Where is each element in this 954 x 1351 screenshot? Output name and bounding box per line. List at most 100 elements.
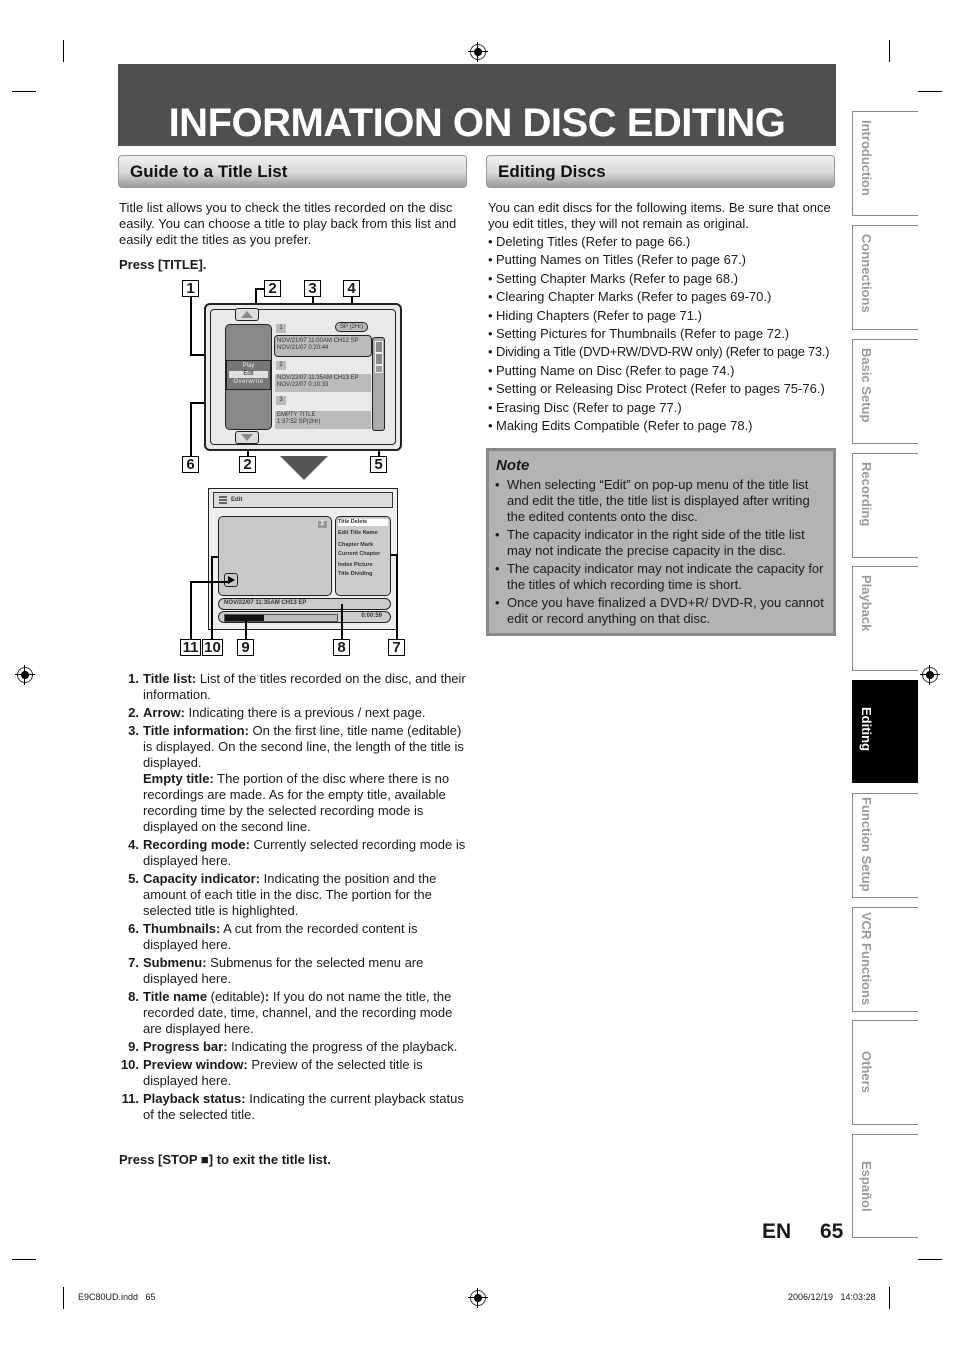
submenu-item-title-dividing[interactable]: Title Dividing [338,571,388,578]
section-heading-editing-discs: Editing Discs [486,155,835,188]
callout-label: 1 [182,280,199,297]
note-item: Once you have finalized a DVD+R/ DVD-R, … [491,595,829,627]
callout-label: 11 [180,639,201,656]
editing-item: Deleting Titles (Refer to page 66.) [488,234,838,250]
callout-label: 9 [237,639,254,656]
callout-label: 8 [333,639,350,656]
crop-mark [918,1259,942,1260]
submenu-item-current-chapter[interactable]: Current Chapter [338,551,388,558]
page-down-arrow[interactable] [235,431,259,444]
legend-item: 11. Playback status: Indicating the curre… [121,1091,464,1122]
crop-mark [12,1259,36,1260]
play-icon [228,576,235,584]
legend-item: 6. Thumbnails: A cut from the recorded co… [128,921,418,952]
note-item: When selecting “Edit” on pop-up menu of … [491,477,829,525]
legend-item: 5. Capacity indicator: Indicating the pos… [128,871,437,918]
progress-bar [224,614,338,622]
title-list-diagram: 1 2 3 4 6 2 5 Play Edit Overwrite SP (2H… [180,278,410,480]
submenu-item-title-delete[interactable]: Title Delete [338,519,388,526]
legend-list: 1. Title list: List of the titles recorde… [119,671,469,1125]
capacity-indicator [372,337,385,431]
legend-item: 2. Arrow: Indicating there is a previous … [128,705,426,720]
stop-instruction: Press [STOP ■] to exit the title list. [119,1152,331,1167]
print-footer-timestamp: 2006/12/19 14:03:28 [788,1292,876,1302]
side-tab-introduction[interactable]: Introduction [852,111,918,216]
note-box: Note When selecting “Edit” on pop-up men… [486,448,836,636]
press-title-instruction: Press [TITLE]. [119,257,207,272]
popup-menu: Play Edit Overwrite [226,360,271,390]
arrow-down-icon [280,456,328,480]
side-tab-recording[interactable]: Recording [852,453,918,558]
crop-mark [12,91,36,92]
title-index: 2 [276,361,286,370]
crop-mark [63,40,64,62]
edit-header-label: Edit [231,497,243,503]
callout-label: 7 [388,639,405,656]
side-tab-connections[interactable]: Connections [852,225,918,330]
legend-item: 1. Title list: List of the titles recorde… [128,671,466,702]
preview-index: 2 [317,521,327,528]
preview-window: 2 [218,516,332,596]
page-number: 65 [820,1220,844,1243]
submenu-item-index-picture[interactable]: Index Picture [338,562,388,569]
popup-item-overwrite[interactable]: Overwrite [227,379,270,386]
page-up-arrow[interactable] [235,308,259,321]
submenu-panel: Title Delete Edit Title Name Chapter Mar… [335,516,391,596]
side-tab-espanol[interactable]: Español [852,1134,918,1238]
editing-item: Putting Names on Titles (Refer to page 6… [488,252,838,268]
legend-item: 8. Title name (editable): If you do not n… [128,989,453,1036]
recording-mode-badge: SP (2Hr) [335,322,369,332]
editing-items-list: Deleting Titles (Refer to page 66.) Putt… [488,234,838,436]
playback-status [224,573,238,587]
page-title: INFORMATION ON DISC EDITING [168,101,786,145]
side-tab-vcr-functions[interactable]: VCR Functions [852,907,918,1012]
note-heading: Note [496,457,530,474]
registration-mark-icon [920,665,940,685]
progress-bar-container: 0:00:59 [218,611,391,623]
callout-label: 3 [304,280,321,297]
legend-item: 9. Progress bar: Indicating the progress … [128,1039,458,1054]
callout-label: 5 [370,456,387,473]
side-tab-basic-setup[interactable]: Basic Setup [852,339,918,444]
editing-item: Erasing Disc (Refer to page 77.) [488,400,838,416]
title-row[interactable]: EMPTY TITLE 1:37:52 SP(2Hr) [275,411,371,429]
title-name-bar: NOV/22/07 11:35AM CH13 EP [218,598,391,610]
edit-header-bar: Edit [213,492,393,508]
legend-item: 3. Title information: On the first line, … [128,723,464,834]
editing-item: Dividing a Title (DVD+RW/DVD-RW only) (R… [488,344,838,360]
triangle-down-icon [241,434,253,441]
callout-label: 10 [202,639,223,656]
intro-paragraph: Title list allows you to check the title… [119,200,457,247]
side-tab-playback[interactable]: Playback [852,566,918,671]
side-tab-editing[interactable]: Editing [852,680,918,783]
side-tab-function-setup[interactable]: Function Setup [852,793,918,898]
editing-item: Making Edits Compatible (Refer to page 7… [488,418,838,434]
language-code: EN [762,1220,792,1243]
popup-item-play[interactable]: Play [227,363,270,370]
editing-item: Hiding Chapters (Refer to page 71.) [488,308,838,324]
popup-item-edit[interactable]: Edit [229,371,268,378]
callout-label: 4 [343,280,360,297]
triangle-up-icon [241,311,253,318]
note-item: The capacity indicator may not indicate … [491,561,829,593]
registration-mark-icon [468,42,488,62]
crop-mark [889,40,890,62]
title-row[interactable]: NOV/22/07 11:35AM CH13 EP NOV/22/07 0:10… [275,374,371,392]
legend-item: 10. Preview window: Preview of the select… [120,1057,423,1088]
crop-mark [918,91,942,92]
title-row[interactable]: NOV/21/07 11:00AM CH12 SP NOV/21/07 0:20… [274,335,372,357]
callout-label: 6 [182,456,199,473]
editing-item: Putting Name on Disc (Refer to page 74.) [488,363,838,379]
submenu-item-edit-title-name[interactable]: Edit Title Name [338,530,388,537]
legend-item: 4. Recording mode: Currently selected rec… [128,837,466,868]
crop-mark [889,1287,890,1309]
note-item: The capacity indicator in the right side… [491,527,829,559]
side-tab-others[interactable]: Others [852,1020,918,1125]
print-footer-file: E9C80UD.indd 65 [78,1292,156,1302]
edit-screen-diagram: Edit 2 Title Delete Edit Title Name Chap… [180,488,410,660]
submenu-item-chapter-mark[interactable]: Chapter Mark [338,542,388,549]
registration-mark-icon [15,665,35,685]
section-heading-title-list: Guide to a Title List [118,155,467,188]
title-index: 1 [276,324,286,333]
editing-item: Setting or Releasing Disc Protect (Refer… [488,381,838,397]
